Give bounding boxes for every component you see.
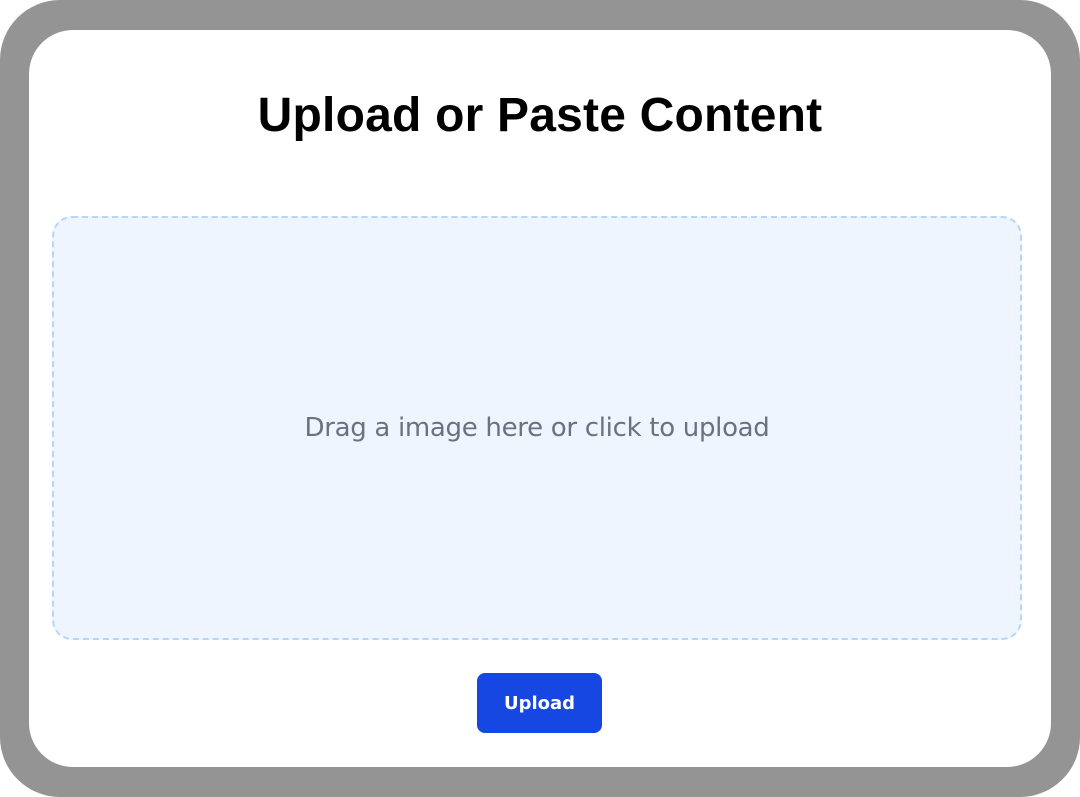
image-dropzone[interactable]: Drag a image here or click to upload: [52, 216, 1022, 640]
dropzone-prompt: Drag a image here or click to upload: [304, 413, 770, 443]
upload-button[interactable]: Upload: [477, 673, 602, 733]
window-frame: Upload or Paste Content Drag a image her…: [0, 0, 1080, 797]
page-title: Upload or Paste Content: [257, 89, 823, 142]
upload-card: Upload or Paste Content Drag a image her…: [29, 30, 1051, 767]
